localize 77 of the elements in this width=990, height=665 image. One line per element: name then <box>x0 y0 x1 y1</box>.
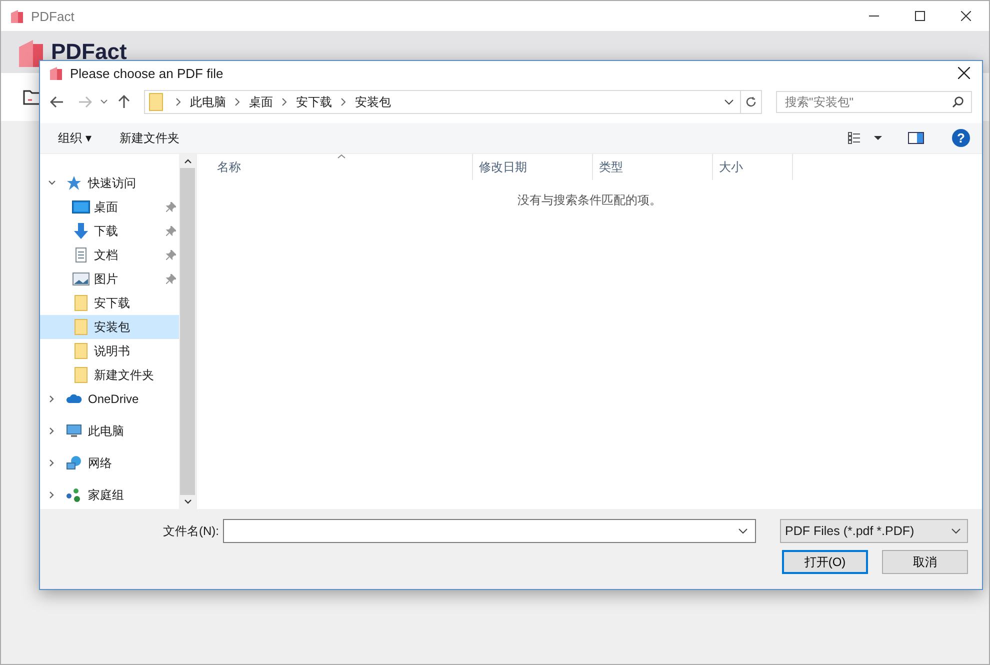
file-type-dropdown[interactable]: PDF Files (*.pdf *.PDF) <box>780 519 968 543</box>
maximize-icon[interactable] <box>915 11 925 21</box>
breadcrumb-item[interactable]: 安装包 <box>355 94 391 110</box>
empty-message: 没有与搜索条件匹配的项。 <box>516 192 662 209</box>
help-icon[interactable]: ? <box>952 129 970 147</box>
network-icon <box>66 455 82 471</box>
tree-item[interactable]: 网络 <box>40 451 179 475</box>
chevron-down-icon[interactable] <box>951 528 961 534</box>
folder-icon <box>72 295 90 311</box>
back-arrow-icon[interactable] <box>50 96 64 108</box>
chevron-right-icon <box>282 98 287 106</box>
expander-icon[interactable] <box>48 427 56 435</box>
pin-icon[interactable] <box>166 274 176 284</box>
pin-icon[interactable] <box>166 250 176 260</box>
view-options-icon[interactable] <box>848 132 884 144</box>
tree-item[interactable]: 文档 <box>40 243 179 267</box>
breadcrumb-item[interactable]: 此电脑 <box>190 94 226 110</box>
tree-item[interactable]: 新建文件夹 <box>40 363 179 387</box>
search-icon[interactable] <box>952 96 964 108</box>
folder-icon <box>149 93 163 111</box>
scroll-down-icon[interactable] <box>184 499 192 505</box>
dialog-title: Please choose an PDF file <box>70 66 224 80</box>
expander-icon[interactable] <box>48 179 56 187</box>
scrollbar[interactable] <box>179 154 196 509</box>
column-header[interactable]: 大小 <box>713 154 793 180</box>
organize-menu-button[interactable]: 组织 ▾ <box>58 130 92 146</box>
homegroup-icon <box>66 487 82 503</box>
file-name-label: 文件名(N): <box>163 522 219 540</box>
star-icon <box>66 175 82 191</box>
new-folder-button[interactable]: 新建文件夹 <box>119 130 180 146</box>
sort-caret-icon <box>337 154 346 159</box>
chevron-down-icon[interactable] <box>738 528 748 534</box>
column-header[interactable]: 修改日期 <box>473 154 593 180</box>
tree-item[interactable]: 此电脑 <box>40 419 179 443</box>
expander-icon[interactable] <box>48 395 56 403</box>
chevron-down-icon[interactable] <box>100 99 108 105</box>
chevron-down-icon[interactable] <box>724 99 734 105</box>
tree-item[interactable]: 安装包 <box>40 315 179 339</box>
close-icon[interactable] <box>961 11 971 21</box>
search-field[interactable]: 搜索"安装包" <box>776 91 972 113</box>
picture-icon <box>72 271 90 287</box>
app-logo-icon <box>9 8 25 24</box>
tree-item[interactable]: 桌面 <box>40 195 179 219</box>
tree-item[interactable]: 快速访问 <box>40 171 179 195</box>
tree-item[interactable]: 家庭组 <box>40 483 179 507</box>
open-button[interactable]: 打开(O) <box>782 550 868 574</box>
up-arrow-icon[interactable] <box>118 95 130 109</box>
download-icon <box>72 223 90 239</box>
preview-pane-icon[interactable] <box>908 132 924 144</box>
tree-item[interactable]: OneDrive <box>40 387 179 411</box>
folder-icon <box>72 343 90 359</box>
computer-icon <box>66 423 82 439</box>
column-header[interactable]: 类型 <box>593 154 713 180</box>
column-header[interactable]: 名称 <box>197 154 473 180</box>
tree-item[interactable]: 图片 <box>40 267 179 291</box>
app-logo-text: PDFact <box>51 39 127 65</box>
chevron-right-icon <box>235 98 240 106</box>
address-bar[interactable]: 此电脑 桌面 安下载 安装包 <box>144 90 762 114</box>
pin-icon[interactable] <box>166 202 176 212</box>
desktop-icon <box>72 199 90 215</box>
breadcrumb-item[interactable]: 安下载 <box>296 94 332 110</box>
expander-icon[interactable] <box>48 491 56 499</box>
pin-icon[interactable] <box>166 226 176 236</box>
tree-item[interactable]: 安下载 <box>40 291 179 315</box>
scroll-up-icon[interactable] <box>184 158 192 164</box>
expander-icon[interactable] <box>48 459 56 467</box>
window-title: PDFact <box>31 8 74 24</box>
file-name-field[interactable] <box>223 519 756 543</box>
tree-item[interactable]: 下载 <box>40 219 179 243</box>
folder-icon <box>72 319 90 335</box>
tree-item[interactable]: 说明书 <box>40 339 179 363</box>
folder-icon <box>72 367 90 383</box>
chevron-right-icon <box>341 98 346 106</box>
breadcrumb-item[interactable]: 桌面 <box>249 94 273 110</box>
close-icon[interactable] <box>958 67 970 79</box>
chevron-right-icon <box>176 98 181 106</box>
cancel-button[interactable]: 取消 <box>882 550 968 574</box>
